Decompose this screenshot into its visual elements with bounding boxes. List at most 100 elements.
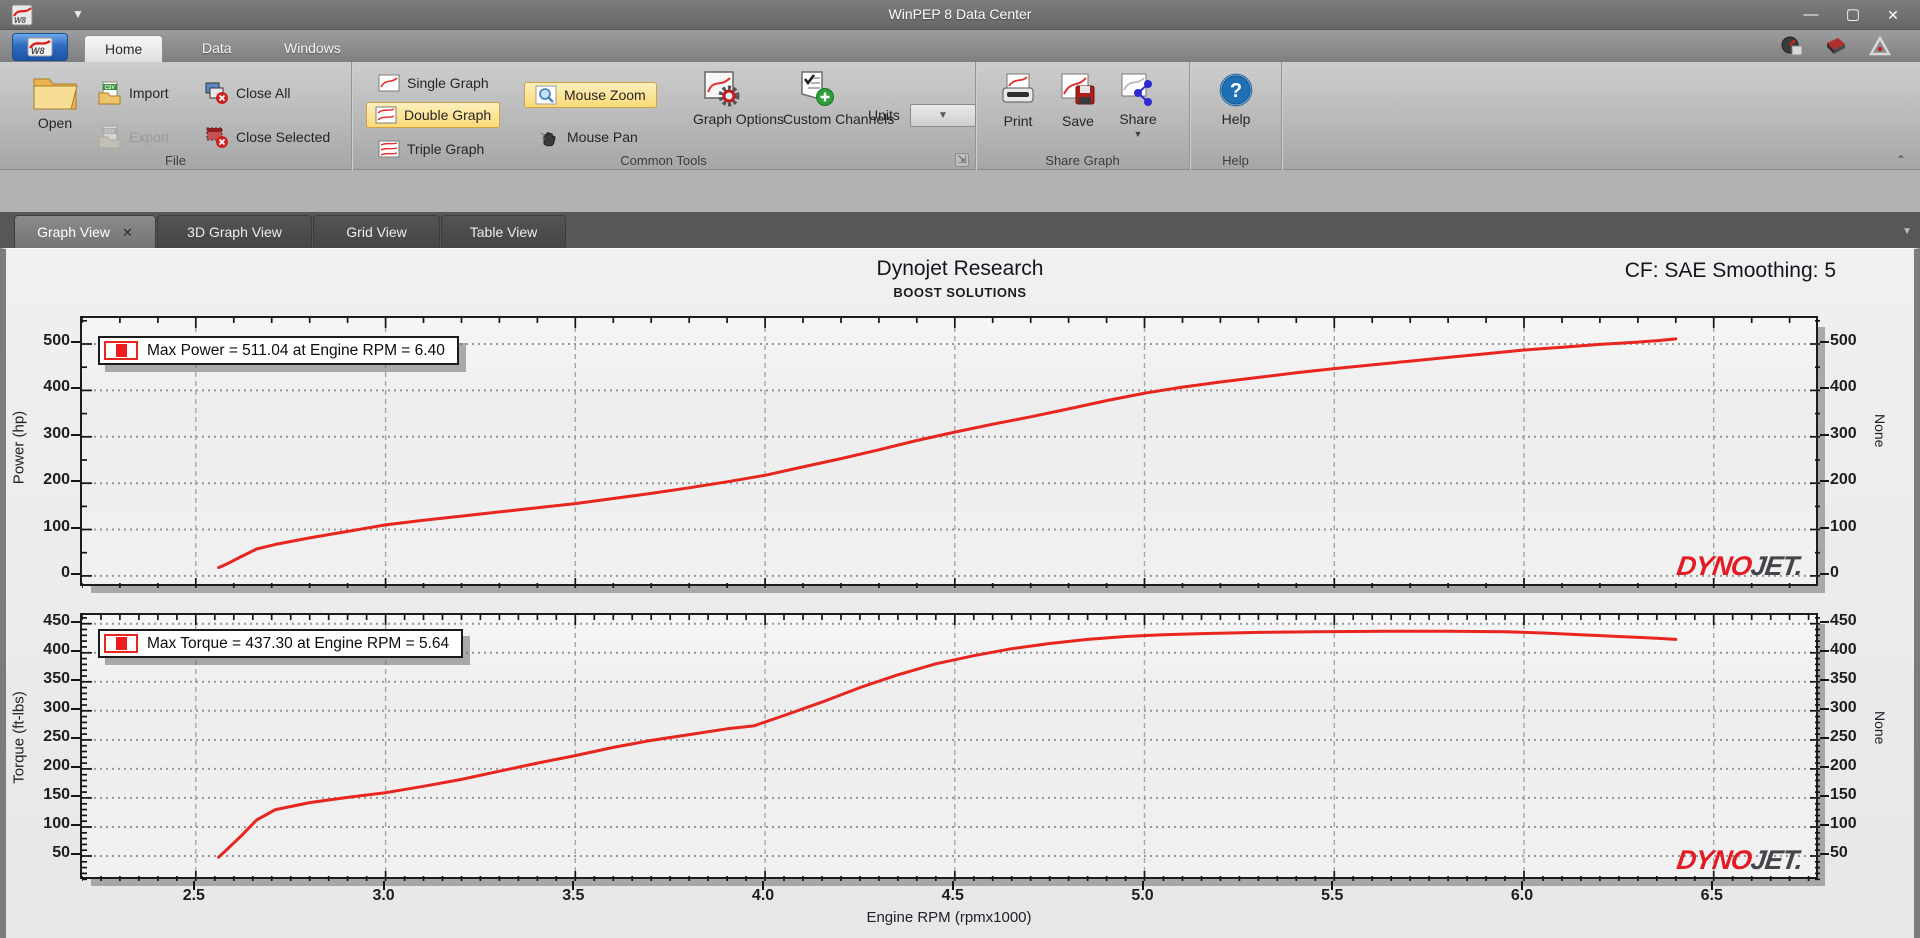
- units-dropdown[interactable]: ▼: [910, 104, 976, 127]
- y-tick-mark: [1820, 707, 1829, 710]
- y-tick-label: 50: [52, 844, 70, 862]
- help-button[interactable]: ? Help: [1210, 72, 1262, 127]
- graph-options-gear-icon: [704, 71, 740, 107]
- chevron-down-icon: ▼: [938, 110, 948, 121]
- y-tick-mark: [71, 433, 80, 436]
- y-tick-mark: [71, 736, 80, 739]
- export-button: CSV Export: [98, 124, 169, 150]
- y-tick-label: 100: [1830, 814, 1857, 832]
- y-tick-mark: [71, 340, 80, 343]
- y-tick-label: 250: [43, 727, 70, 745]
- x-tick-mark: [1141, 881, 1144, 890]
- power-legend: Max Power = 511.04 at Engine RPM = 6.40: [98, 336, 459, 365]
- torque-legend: Max Torque = 437.30 at Engine RPM = 5.64: [98, 629, 464, 658]
- x-tick-mark: [1710, 881, 1713, 890]
- winpep-window: W8 ▼ WinPEP 8 Data Center — ▢ ✕ W8 Home …: [0, 0, 1920, 938]
- y-tick-label: 200: [43, 756, 70, 774]
- single-graph-button[interactable]: Single Graph: [370, 70, 497, 96]
- group-label-common-tools: Common Tools: [620, 153, 707, 168]
- tab-table-view[interactable]: Table View: [441, 215, 566, 248]
- tab-graph-view[interactable]: Graph View ✕: [14, 215, 156, 248]
- warning-triangle-icon[interactable]: [1868, 35, 1892, 57]
- dynojet-watermark: DYNOJET.: [1674, 845, 1805, 875]
- tab-home[interactable]: Home: [84, 35, 164, 62]
- dynojet-watermark: DYNOJET.: [1674, 551, 1805, 581]
- print-button[interactable]: Print: [990, 72, 1046, 129]
- share-button[interactable]: Share ▼: [1110, 72, 1166, 139]
- svg-text:W8: W8: [31, 46, 45, 56]
- correction-factor-label: CF: SAE Smoothing: 5: [1624, 259, 1836, 282]
- y-tick-label: 350: [43, 669, 70, 687]
- tab-3d-graph-view[interactable]: 3D Graph View: [157, 215, 312, 248]
- import-button[interactable]: CSV Import: [98, 80, 169, 106]
- torque-plot[interactable]: DYNOJET. Max Torque = 437.30 at Engine R…: [80, 613, 1820, 881]
- close-all-button[interactable]: Close All: [205, 80, 290, 106]
- custom-channels-button[interactable]: Custom Channels: [770, 70, 894, 127]
- tab-close-icon[interactable]: ✕: [122, 216, 133, 249]
- y-tick-label: 0: [61, 563, 70, 581]
- x-tick-mark: [192, 881, 195, 890]
- window-title: WinPEP 8 Data Center: [888, 6, 1032, 22]
- ribbon-group-common-tools: Single Graph Double Graph Triple Graph M…: [352, 62, 976, 170]
- y-tick-label: 500: [43, 331, 70, 349]
- double-graph-button[interactable]: Double Graph: [366, 102, 501, 128]
- y-tick-mark: [1820, 794, 1829, 797]
- ribbon-collapse-icon[interactable]: ⌃: [1896, 153, 1906, 167]
- y-tick-mark: [1820, 572, 1829, 575]
- ribbon-group-share-graph: Print Save Share ▼ Share Graph: [976, 62, 1190, 170]
- y-tick-mark: [71, 480, 80, 483]
- graph-options-button[interactable]: Graph Options: [680, 70, 784, 127]
- close-selected-button[interactable]: Close Selected: [205, 124, 330, 150]
- group-label-file: File: [165, 153, 186, 168]
- winpep-logo-icon: W8: [27, 37, 53, 57]
- power-plot[interactable]: DYNOJET. Max Power = 511.04 at Engine RP…: [80, 316, 1820, 588]
- y-tick-label: 450: [1830, 611, 1857, 629]
- printer-icon: [1002, 73, 1034, 103]
- y-tick-label: 350: [1830, 669, 1857, 687]
- group-label-share-graph: Share Graph: [1045, 153, 1120, 168]
- help-icon: ?: [1219, 73, 1253, 107]
- mouse-zoom-button[interactable]: Mouse Zoom: [524, 82, 657, 108]
- window-background-band: [0, 170, 1920, 212]
- close-button[interactable]: ✕: [1876, 4, 1910, 26]
- y-tick-mark: [1820, 853, 1829, 856]
- application-menu-button[interactable]: W8: [12, 33, 68, 61]
- tab-data[interactable]: Data: [182, 35, 252, 62]
- y-tick-label: 200: [43, 471, 70, 489]
- import-csv-icon: CSV: [98, 81, 121, 105]
- mouse-pan-button[interactable]: Mouse Pan: [528, 124, 648, 150]
- y-tick-mark: [1820, 526, 1829, 529]
- group-label-help: Help: [1222, 153, 1249, 168]
- tab-windows[interactable]: Windows: [264, 35, 361, 62]
- gauge-icon[interactable]: [1780, 35, 1804, 57]
- y-tick-mark: [1820, 433, 1829, 436]
- open-folder-icon: [33, 78, 78, 110]
- ribbon-group-help: ? Help Help: [1190, 62, 1282, 170]
- magnifier-icon: [535, 85, 557, 105]
- close-all-icon: [205, 82, 228, 104]
- y-tick-label: 50: [1830, 844, 1848, 862]
- y-tick-mark: [71, 794, 80, 797]
- y-tick-mark: [71, 620, 80, 623]
- y-tick-label: 300: [1830, 698, 1857, 716]
- share-dropdown-arrow-icon[interactable]: ▼: [1134, 129, 1143, 139]
- y-tick-mark: [71, 526, 80, 529]
- ribbon-group-file: Open CSV Import CSV Export Close All Clo…: [0, 62, 352, 170]
- y-tick-label: 500: [1830, 331, 1857, 349]
- minimize-button[interactable]: —: [1794, 4, 1828, 26]
- maximize-button[interactable]: ▢: [1836, 4, 1870, 26]
- dialog-launcher-icon[interactable]: ⇲: [955, 153, 969, 167]
- y-tick-mark: [1820, 649, 1829, 652]
- tab-grid-view[interactable]: Grid View: [313, 215, 440, 248]
- tab-list-dropdown-icon[interactable]: ▼: [1902, 226, 1912, 237]
- device-icon[interactable]: [1824, 35, 1848, 57]
- open-button[interactable]: Open: [22, 70, 88, 131]
- close-selected-icon: [206, 127, 228, 148]
- export-csv-icon: CSV: [98, 125, 121, 149]
- y-tick-mark: [1820, 765, 1829, 768]
- single-graph-icon: [378, 74, 400, 92]
- x-axis-title: Engine RPM (rpmx1000): [866, 909, 1032, 926]
- x-tick-mark: [951, 881, 954, 890]
- y-tick-label: 400: [43, 378, 70, 396]
- save-button[interactable]: Save: [1052, 72, 1104, 129]
